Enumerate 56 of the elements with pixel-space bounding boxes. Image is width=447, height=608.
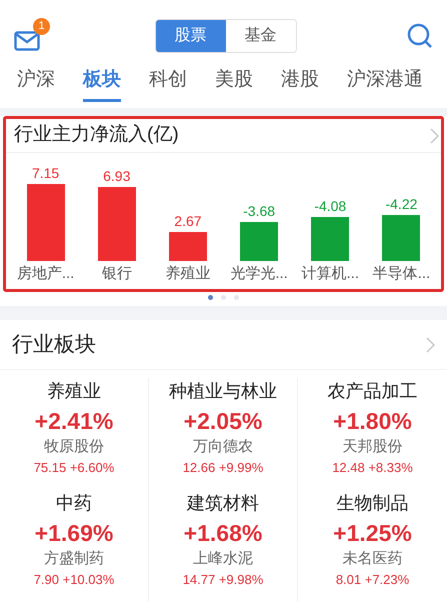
sector-name: 农产品加工 — [328, 380, 418, 403]
bar-category-label: 计算机... — [302, 264, 360, 284]
bar-value-label: -4.08 — [314, 196, 346, 214]
sector-change: +1.69% — [34, 519, 114, 547]
sector-change: +1.25% — [333, 519, 412, 547]
leader-stock: 未名医药 — [342, 549, 402, 569]
sector-name: 种植业与林业 — [169, 380, 277, 403]
market-tab[interactable]: 港股 — [281, 66, 319, 102]
leader-quote: 8.01 +7.23% — [336, 571, 410, 589]
bar-value-label: -3.68 — [243, 202, 276, 220]
sector-name: 生物制品 — [336, 492, 408, 515]
sector-name: 建筑材料 — [187, 492, 259, 515]
sector-card[interactable]: 养殖业 +2.41% 牧原股份 75.15 +6.60% — [0, 378, 149, 490]
bar-category-label: 房地产... — [16, 264, 74, 284]
market-tab[interactable]: 沪深港通 — [347, 66, 423, 102]
sector-change: +1.80% — [333, 407, 412, 435]
leader-stock: 天邦股份 — [342, 437, 402, 457]
market-tab[interactable]: 美股 — [215, 66, 253, 102]
leader-quote: 7.90 +10.03% — [34, 571, 114, 589]
leader-stock: 上峰水泥 — [193, 549, 253, 569]
leader-stock: 牧原股份 — [44, 437, 104, 457]
leader-quote: 14.77 +9.98% — [182, 571, 264, 589]
leader-quote: 12.66 +9.99% — [182, 459, 264, 477]
card-title: 行业主力净流入(亿) — [14, 123, 179, 148]
sector-card[interactable]: 中药 +1.69% 方盛制药 7.90 +10.03% — [0, 490, 149, 602]
notification-badge: 1 — [33, 18, 50, 35]
bar-category-label: 养殖业 — [165, 264, 210, 284]
sector-card[interactable]: 农产品加工 +1.80% 天邦股份 12.48 +8.33% — [298, 378, 447, 490]
bar-category-label: 光学光... — [230, 264, 288, 284]
sector-change: +2.41% — [34, 407, 114, 435]
market-tab[interactable]: 科创 — [149, 66, 187, 102]
sector-name: 中药 — [56, 492, 92, 515]
leader-quote: 12.48 +8.33% — [332, 459, 413, 477]
bar-value-label: 2.67 — [174, 212, 202, 230]
market-tab[interactable]: 沪深 — [17, 66, 55, 102]
search-icon[interactable] — [407, 23, 433, 49]
section-title: 行业板块 — [12, 332, 96, 358]
bar-category-label: 半导体... — [372, 264, 430, 284]
chevron-right-icon — [426, 336, 435, 352]
sector-change: +2.05% — [184, 407, 262, 435]
segment-tab[interactable]: 股票 — [156, 20, 226, 52]
leader-quote: 75.15 +6.60% — [34, 459, 114, 477]
leader-stock: 万向德农 — [193, 437, 253, 457]
bar-value-label: -4.22 — [385, 194, 418, 212]
mail-icon[interactable] — [14, 31, 40, 51]
chevron-right-icon — [430, 128, 439, 144]
bar-category-label: 银行 — [102, 264, 132, 284]
sector-change: +1.68% — [184, 519, 262, 547]
bar-value-label: 7.15 — [32, 164, 60, 182]
leader-stock: 方盛制药 — [44, 549, 104, 569]
sector-card[interactable]: 生物制品 +1.25% 未名医药 8.01 +7.23% — [298, 490, 447, 602]
sector-card[interactable]: 种植业与林业 +2.05% 万向德农 12.66 +9.99% — [149, 378, 298, 490]
sector-name: 养殖业 — [47, 380, 101, 403]
bar-value-label: 6.93 — [103, 166, 130, 184]
sector-card[interactable]: 建筑材料 +1.68% 上峰水泥 14.77 +9.98% — [149, 490, 298, 602]
market-tab[interactable]: 板块 — [83, 66, 121, 102]
